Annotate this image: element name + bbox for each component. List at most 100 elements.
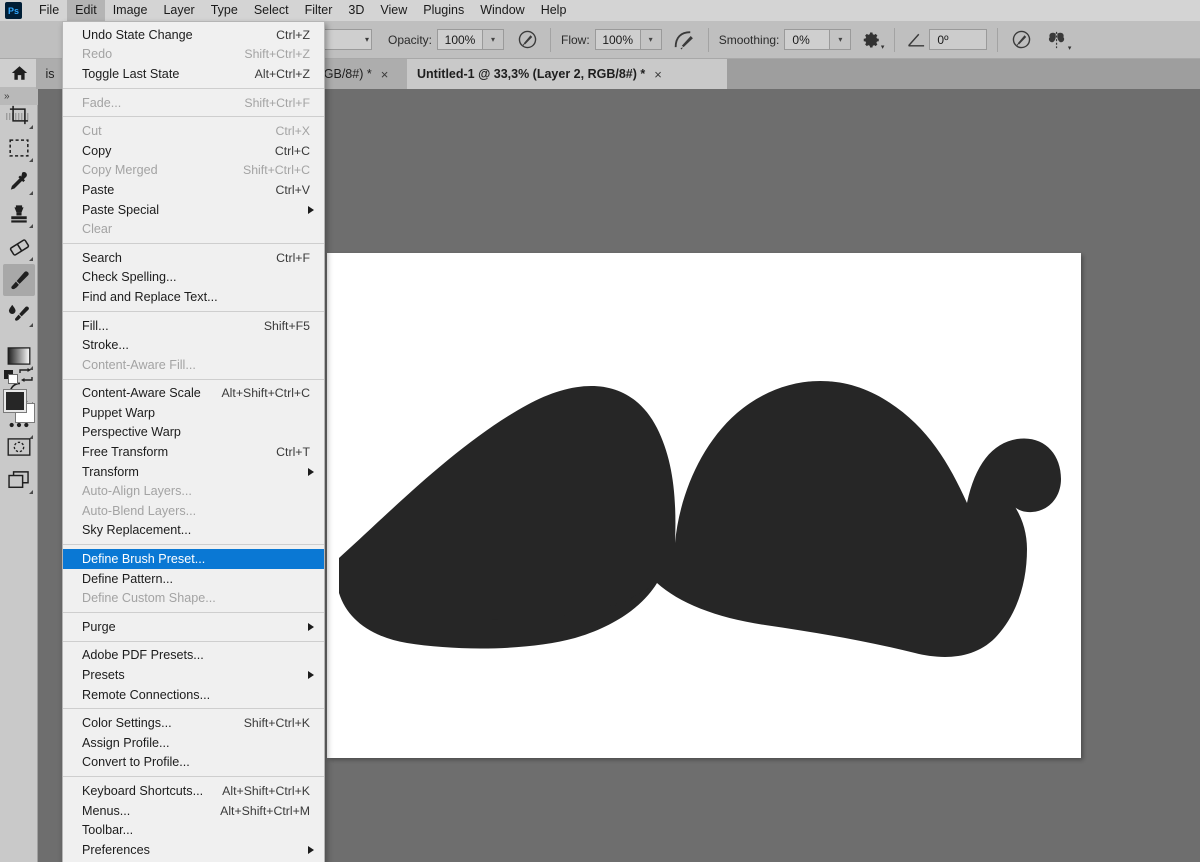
mustache-silhouette-artwork	[327, 253, 1081, 758]
menubar-item-filter[interactable]: Filter	[297, 0, 341, 21]
tool-rectangular-marquee[interactable]	[3, 132, 35, 164]
menu-item-label: Undo State Change	[82, 27, 193, 42]
menu-item-label: Find and Replace Text...	[82, 289, 218, 304]
menu-item-presets[interactable]: Presets	[63, 665, 324, 685]
menu-item-menus[interactable]: Menus... Alt+Shift+Ctrl+M	[63, 801, 324, 821]
menubar-item-edit[interactable]: Edit	[67, 0, 105, 21]
menu-item-shortcut: Ctrl+Z	[276, 27, 310, 42]
menu-separator	[63, 776, 324, 778]
angle-input[interactable]: 0º	[929, 29, 988, 50]
menu-item-paste-special[interactable]: Paste Special	[63, 200, 324, 220]
home-button[interactable]	[0, 59, 38, 87]
menu-item-find-and-replace-text[interactable]: Find and Replace Text...	[63, 287, 324, 307]
eraser-icon	[9, 238, 29, 256]
menu-item-toolbar[interactable]: Toolbar...	[63, 820, 324, 840]
menu-item-preferences[interactable]: Preferences	[63, 840, 324, 860]
screen-mode-button[interactable]	[3, 464, 35, 496]
menu-item-color-settings[interactable]: Color Settings... Shift+Ctrl+K	[63, 713, 324, 733]
blur-drop-brush-icon	[8, 304, 29, 321]
smoothing-settings-button[interactable]: ▾	[860, 28, 884, 52]
opacity-input[interactable]: 100%	[437, 29, 484, 50]
menu-item-puppet-warp[interactable]: Puppet Warp	[63, 403, 324, 423]
pressure-size-toggle[interactable]	[1008, 27, 1034, 53]
paint-symmetry-button[interactable]: ▾	[1044, 27, 1071, 53]
opacity-stepper[interactable]: ▾	[483, 29, 505, 50]
menu-item-shortcut: Shift+Ctrl+C	[243, 163, 310, 178]
tool-eyedropper[interactable]	[3, 165, 35, 197]
menubar-item-plugins[interactable]: Plugins	[415, 0, 472, 21]
menu-item-label: Check Spelling...	[82, 270, 177, 285]
document-canvas[interactable]	[327, 253, 1081, 758]
menu-item-convert-to-profile[interactable]: Convert to Profile...	[63, 753, 324, 773]
menu-item-label: Fill...	[82, 318, 109, 333]
menubar-item-image[interactable]: Image	[105, 0, 156, 21]
tool-clone-stamp[interactable]	[3, 198, 35, 230]
menubar-item-layer[interactable]: Layer	[155, 0, 202, 21]
menubar-item-window[interactable]: Window	[472, 0, 532, 21]
smoothing-input[interactable]: 0%	[784, 29, 831, 50]
default-colors-icon	[4, 370, 18, 384]
flow-input[interactable]: 100%	[594, 29, 641, 50]
foreground-color-swatch[interactable]	[3, 389, 27, 413]
tool-submenu-indicator-icon	[29, 257, 33, 261]
tool-blur[interactable]	[3, 297, 35, 329]
menu-item-label: Stroke...	[82, 338, 129, 353]
menu-item-define-pattern[interactable]: Define Pattern...	[63, 569, 324, 589]
menu-item-transform[interactable]: Transform	[63, 462, 324, 482]
menu-item-check-spelling[interactable]: Check Spelling...	[63, 268, 324, 288]
menu-item-stroke[interactable]: Stroke...	[63, 335, 324, 355]
menu-item-keyboard-shortcuts[interactable]: Keyboard Shortcuts... Alt+Shift+Ctrl+K	[63, 781, 324, 801]
menu-item-label: Copy	[82, 143, 112, 158]
menubar-item-file[interactable]: File	[31, 0, 67, 21]
menu-item-sky-replacement[interactable]: Sky Replacement...	[63, 521, 324, 541]
menu-item-fill[interactable]: Fill... Shift+F5	[63, 316, 324, 336]
menu-item-toggle-last-state[interactable]: Toggle Last State Alt+Ctrl+Z	[63, 64, 324, 84]
submenu-arrow-icon	[308, 467, 314, 476]
menubar-item-select[interactable]: Select	[246, 0, 297, 21]
flow-stepper[interactable]: ▾	[640, 29, 662, 50]
menu-item-assign-profile[interactable]: Assign Profile...	[63, 733, 324, 753]
tab-close-icon[interactable]: ×	[654, 67, 662, 82]
menu-item-define-brush-preset[interactable]: Define Brush Preset...	[63, 549, 324, 569]
brush-angle-button[interactable]	[905, 32, 929, 48]
tool-submenu-indicator-icon	[29, 490, 33, 494]
flow-label: Flow:	[561, 32, 590, 47]
menu-item-copy[interactable]: Copy Ctrl+C	[63, 141, 324, 161]
default-colors-button[interactable]	[4, 370, 18, 384]
menubar-item-type[interactable]: Type	[203, 0, 246, 21]
quick-mask-button[interactable]	[3, 431, 35, 463]
tool-brush[interactable]	[3, 264, 35, 296]
menu-item-shortcut: Shift+Ctrl+K	[243, 716, 310, 731]
menu-item-label: Define Custom Shape...	[82, 591, 216, 606]
menu-item-content-aware-scale[interactable]: Content-Aware Scale Alt+Shift+Ctrl+C	[63, 384, 324, 404]
menu-separator	[63, 640, 324, 642]
menu-item-label: Auto-Blend Layers...	[82, 503, 197, 518]
color-swatches[interactable]	[3, 389, 35, 425]
edit-menu-dropdown[interactable]: Undo State Change Ctrl+Z Redo Shift+Ctrl+Z T…	[62, 21, 325, 862]
airbrush-toggle-button[interactable]	[514, 27, 540, 53]
smoothing-options-button[interactable]	[672, 27, 698, 53]
swap-colors-button[interactable]	[19, 368, 33, 382]
document-tab-active[interactable]: Untitled-1 @ 33,3% (Layer 2, RGB/8#) * ×	[407, 59, 727, 89]
menu-item-paste[interactable]: Paste Ctrl+V	[63, 180, 324, 200]
menu-item-label: Puppet Warp	[82, 405, 156, 420]
menu-item-adobe-pdf-presets[interactable]: Adobe PDF Presets...	[63, 646, 324, 666]
menu-item-label: Free Transform	[82, 445, 169, 460]
menu-item-perspective-warp[interactable]: Perspective Warp	[63, 423, 324, 443]
menu-item-label: Content-Aware Fill...	[82, 357, 196, 372]
menubar-item-view[interactable]: View	[372, 0, 415, 21]
menu-item-search[interactable]: Search Ctrl+F	[63, 248, 324, 268]
menu-item-free-transform[interactable]: Free Transform Ctrl+T	[63, 442, 324, 462]
document-tab-partially-hidden[interactable]: is	[38, 59, 62, 89]
menu-item-purge[interactable]: Purge	[63, 617, 324, 637]
menu-item-fade: Fade... Shift+Ctrl+F	[63, 93, 324, 113]
menubar-item-help[interactable]: Help	[533, 0, 575, 21]
tab-close-icon[interactable]: ×	[381, 67, 389, 82]
menu-item-remote-connections[interactable]: Remote Connections...	[63, 685, 324, 705]
tool-eraser[interactable]	[3, 231, 35, 263]
menu-item-label: Clear	[82, 222, 113, 237]
menu-item-undo-state-change[interactable]: Undo State Change Ctrl+Z	[63, 25, 324, 45]
smoothing-stepper[interactable]: ▾	[830, 29, 852, 50]
menubar-item-3d[interactable]: 3D	[340, 0, 372, 21]
tool-crop[interactable]	[3, 99, 35, 131]
